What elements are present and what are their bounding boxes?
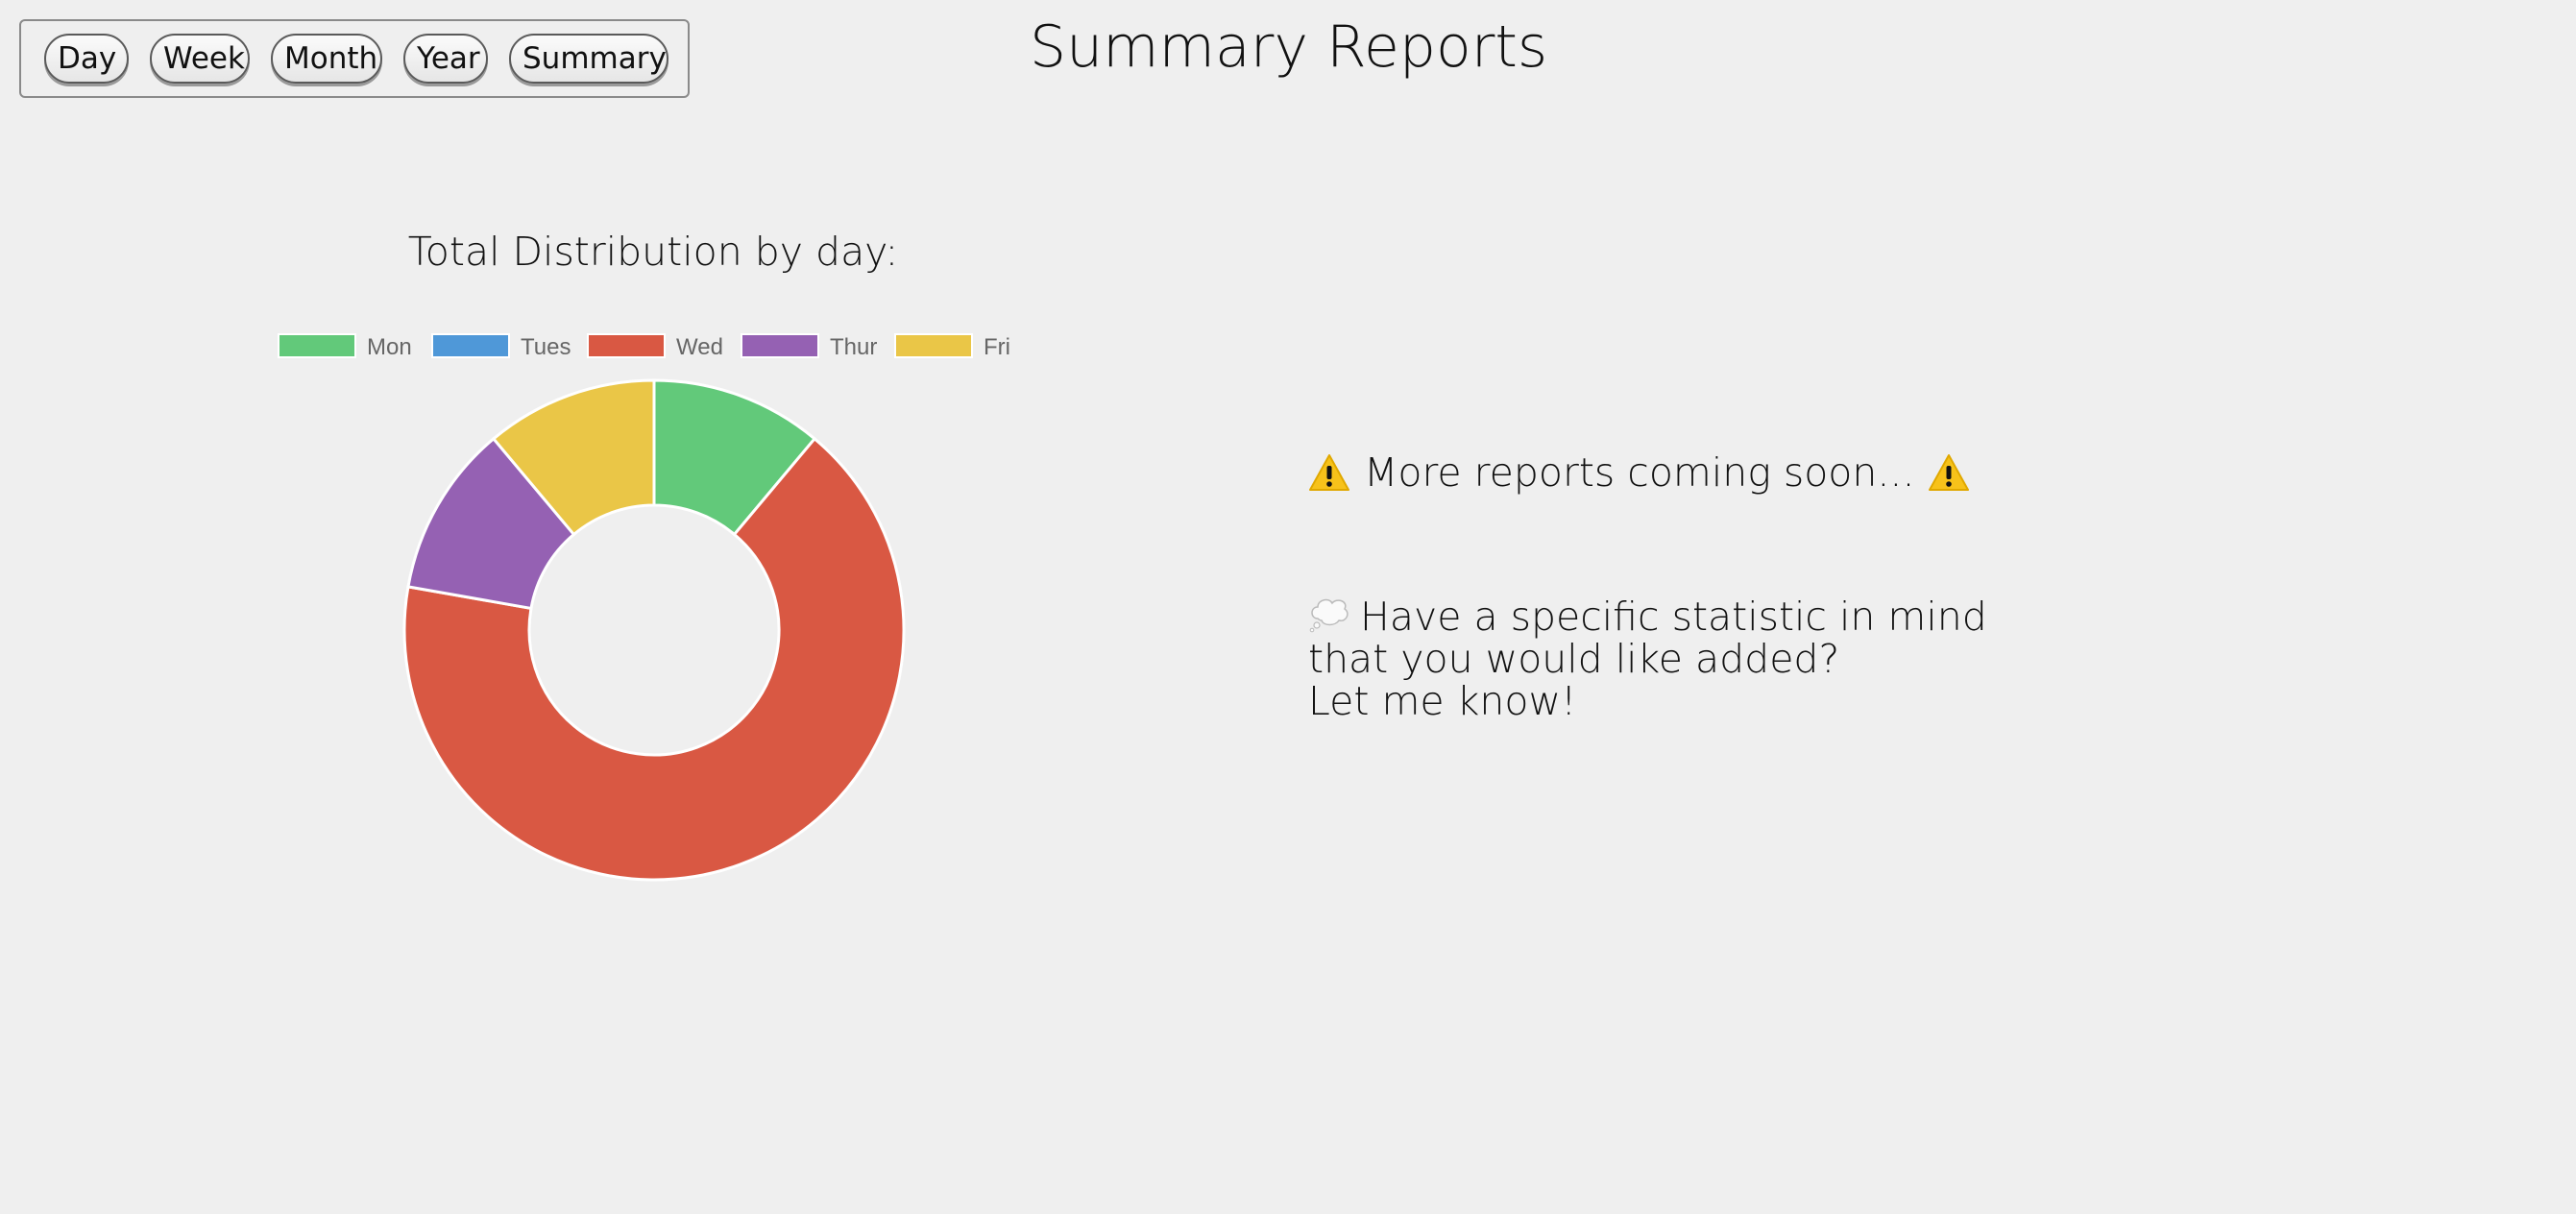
statistic-request-notice: Have a specific statistic in mind that y… [1308, 595, 2038, 722]
summary-page: Day Week Month Year Summary Summary Repo… [0, 0, 2576, 1214]
legend-item-wed[interactable]: Wed [587, 333, 723, 360]
legend-swatch [741, 333, 819, 358]
legend-label: Thur [830, 334, 877, 360]
thought-bubble-icon [1309, 598, 1349, 633]
legend-swatch [587, 333, 666, 358]
warning-icon [1309, 454, 1349, 491]
legend-item-thur[interactable]: Thur [741, 333, 877, 360]
request-line-3: Let me know! [1308, 678, 1577, 724]
legend-swatch [278, 333, 356, 358]
legend-item-tues[interactable]: Tues [431, 333, 571, 360]
request-text-1: Have a specific statistic in mind [1360, 594, 1987, 640]
legend-item-fri[interactable]: Fri [894, 333, 1010, 360]
legend-swatch [431, 333, 510, 358]
coming-soon-text: More reports coming soon... [1364, 449, 1915, 496]
legend-label: Fri [984, 334, 1010, 360]
legend-label: Mon [367, 334, 412, 360]
warning-icon [1929, 454, 1970, 491]
legend-label: Tues [521, 334, 571, 360]
request-line-2: that you would like added? [1308, 636, 1840, 682]
coming-soon-notice: More reports coming soon... [1308, 451, 1970, 494]
legend-item-mon[interactable]: Mon [278, 333, 412, 360]
legend-swatch [894, 333, 973, 358]
legend-label: Wed [676, 334, 723, 360]
distribution-doughnut-chart: Mon Tues Wed Thur Fri [278, 333, 1010, 882]
request-line-1: Have a specific statistic in mind [1308, 595, 2038, 638]
